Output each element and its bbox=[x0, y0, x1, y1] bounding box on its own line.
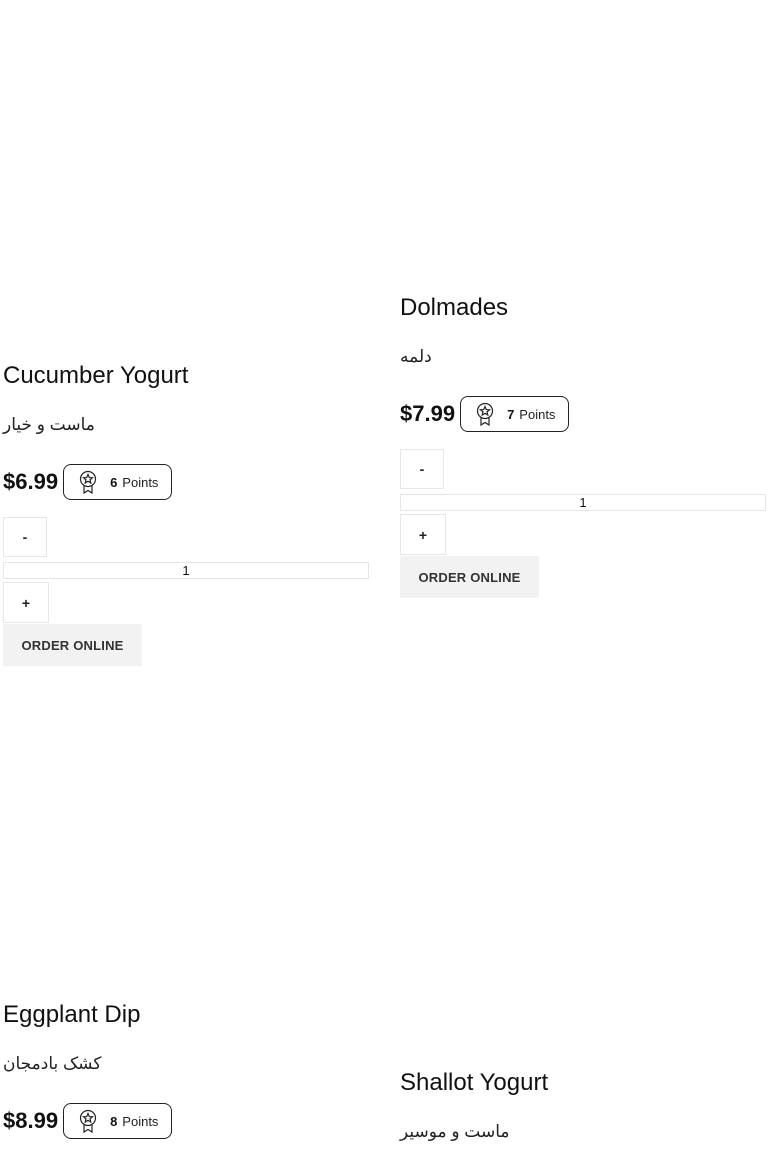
quantity-increase-button[interactable]: + bbox=[3, 582, 49, 623]
product-card-cucumber-yogurt: Cucumber Yogurt ماست و خیار $6.99 6 Poin… bbox=[3, 360, 371, 666]
points-badge: 8 Points bbox=[63, 1103, 173, 1139]
product-price: $7.99 bbox=[400, 401, 456, 426]
product-price: $8.99 bbox=[3, 1108, 59, 1133]
points-label: Points bbox=[122, 1113, 159, 1129]
quantity-increase-button[interactable]: + bbox=[400, 514, 446, 555]
points-label: Points bbox=[122, 474, 159, 490]
product-subtitle: دلمه bbox=[400, 347, 432, 366]
order-online-button[interactable]: ORDER ONLINE bbox=[3, 624, 142, 666]
order-online-button[interactable]: ORDER ONLINE bbox=[400, 556, 539, 598]
product-title: Shallot Yogurt bbox=[400, 1069, 549, 1096]
product-card-eggplant-dip: Eggplant Dip کشک بادمجان $8.99 8 Points bbox=[3, 999, 371, 1141]
award-badge-icon bbox=[78, 1109, 98, 1134]
product-subtitle: ماست و خیار bbox=[3, 415, 95, 434]
product-subtitle: کشک بادمجان bbox=[3, 1054, 102, 1073]
points-value: 8 bbox=[110, 1113, 118, 1129]
product-card-dolmades: Dolmades دلمه $7.99 7 Points - + ORDER O… bbox=[400, 292, 768, 598]
points-value: 6 bbox=[110, 474, 118, 490]
points-label: Points bbox=[519, 406, 556, 422]
quantity-decrease-button[interactable]: - bbox=[400, 449, 444, 489]
price-row: $6.99 6 Points bbox=[3, 462, 371, 502]
product-title: Eggplant Dip bbox=[3, 1001, 141, 1028]
award-badge-icon bbox=[78, 470, 98, 495]
points-badge: 6 Points bbox=[63, 464, 173, 500]
price-row: $8.99 8 Points bbox=[3, 1101, 371, 1141]
points-value: 7 bbox=[507, 406, 515, 422]
quantity-input[interactable] bbox=[400, 494, 766, 511]
quantity-decrease-button[interactable]: - bbox=[3, 517, 47, 557]
product-card-shallot-yogurt: Shallot Yogurt ماست و موسیر bbox=[400, 1067, 768, 1143]
award-badge-icon bbox=[475, 402, 495, 427]
quantity-input[interactable] bbox=[3, 562, 369, 579]
product-price: $6.99 bbox=[3, 469, 59, 494]
product-subtitle: ماست و موسیر bbox=[400, 1122, 510, 1141]
menu-page: Cucumber Yogurt ماست و خیار $6.99 6 Poin… bbox=[0, 0, 770, 1151]
price-row: $7.99 7 Points bbox=[400, 394, 768, 434]
points-badge: 7 Points bbox=[460, 396, 570, 432]
product-title: Cucumber Yogurt bbox=[3, 362, 189, 389]
product-title: Dolmades bbox=[400, 294, 509, 321]
